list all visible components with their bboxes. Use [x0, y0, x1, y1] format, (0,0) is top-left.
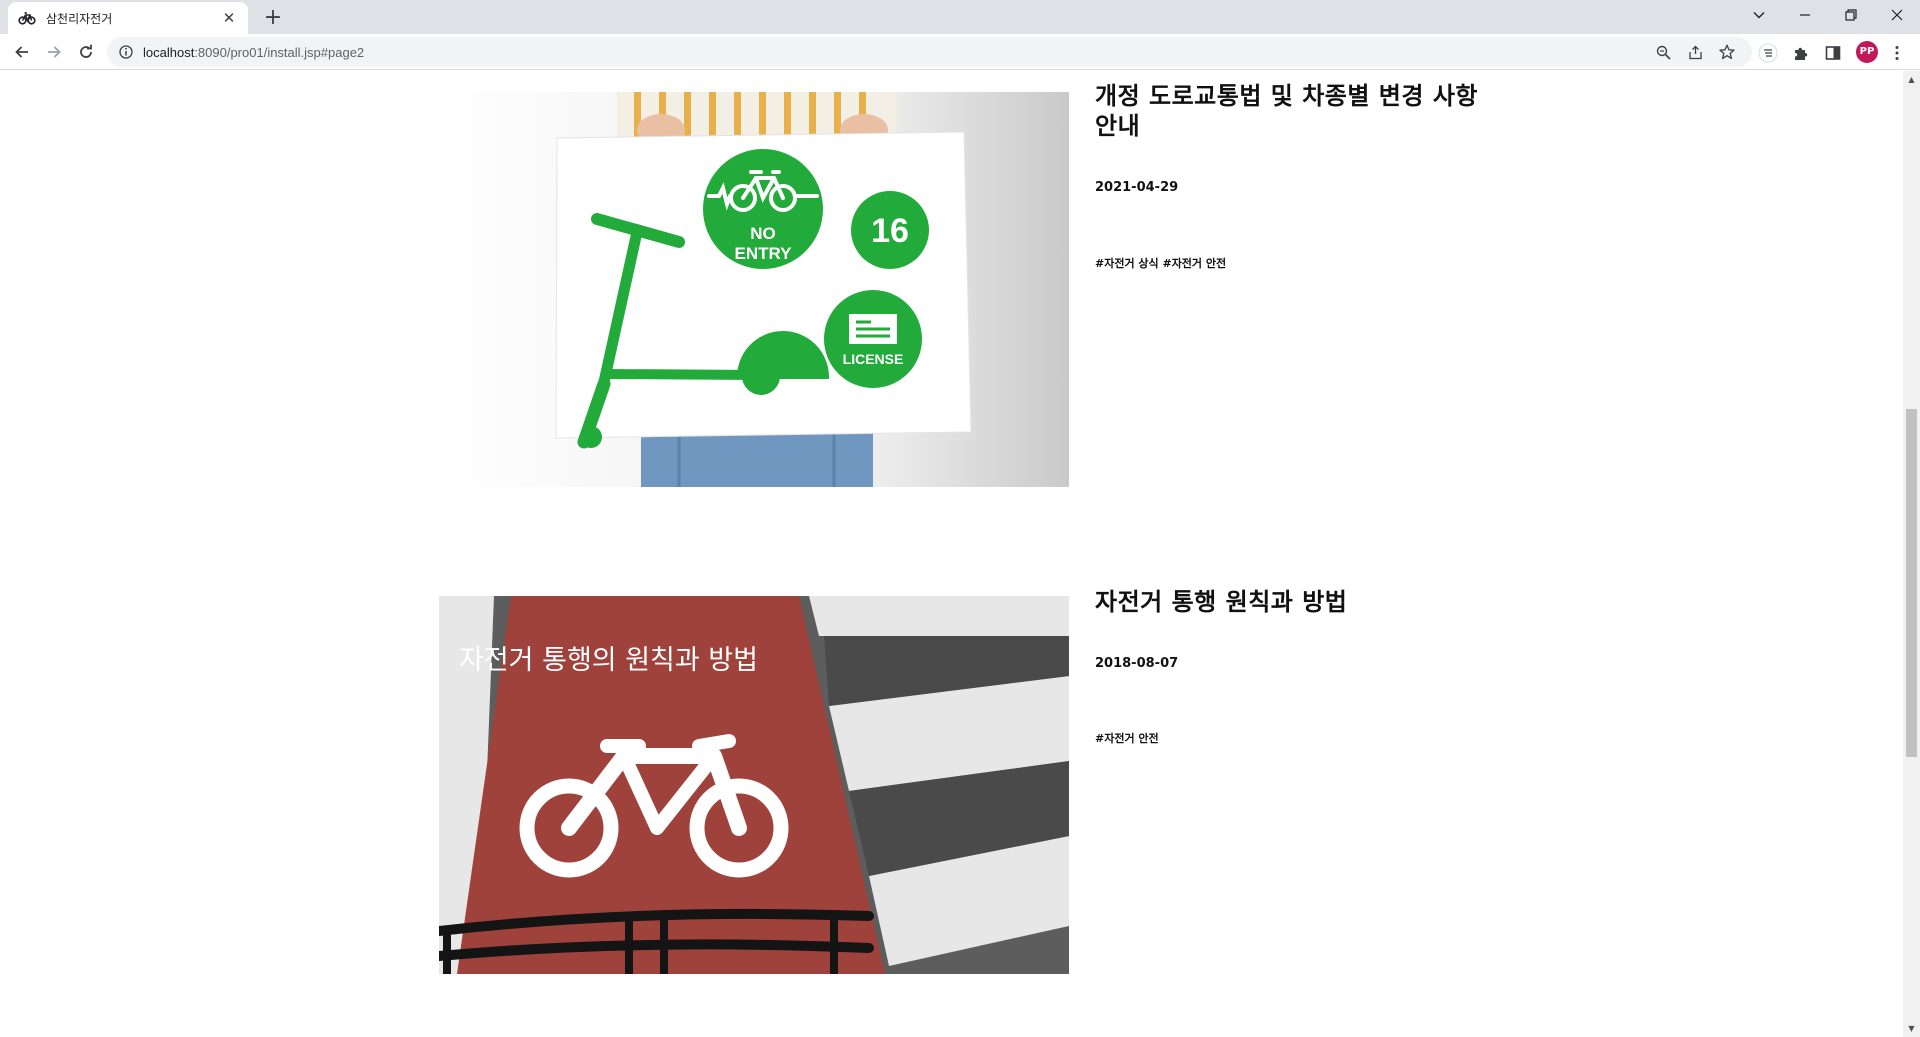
article-info: 자전거 통행 원칙과 방법 2018-08-07 #자전거 안전	[1095, 588, 1495, 745]
sign-license-text: LICENSE	[843, 351, 904, 367]
tab-close-icon[interactable]: ✕	[220, 9, 238, 27]
reload-button[interactable]	[72, 38, 100, 66]
profile-avatar[interactable]: PP	[1856, 41, 1878, 63]
sign-age-text: 16	[871, 212, 909, 250]
page-viewport: NO ENTRY 16 LICENSE 개정 도로교통법 및 차종별 변경 사항…	[0, 71, 1903, 1037]
url-path: :8090/pro01/install.jsp#page2	[194, 44, 365, 60]
sign-entry-text: ENTRY	[735, 244, 793, 263]
page-scrollbar[interactable]: ▲ ▼	[1903, 71, 1920, 1037]
article-date: 2021-04-29	[1095, 180, 1179, 195]
reload-icon	[80, 44, 92, 58]
traffic-law-sign-image: NO ENTRY 16 LICENSE	[439, 92, 1069, 487]
tab-title: 삼천리자전거	[46, 11, 113, 26]
minimize-button[interactable]	[1782, 0, 1828, 30]
arrow-right-icon	[48, 46, 61, 58]
browser-tab[interactable]: 삼천리자전거 ✕	[8, 2, 248, 34]
scroll-thumb[interactable]	[1906, 409, 1917, 757]
new-tab-button[interactable]: +	[259, 5, 287, 33]
share-icon[interactable]	[1685, 42, 1705, 62]
bookmark-star-icon[interactable]	[1717, 42, 1737, 62]
bicycle-favicon-icon	[18, 12, 36, 25]
bicycle-lane-image: 자전거 통행의 원칙과 방법	[439, 596, 1069, 974]
address-bar[interactable]: localhost:8090/pro01/install.jsp#page2	[107, 37, 1752, 67]
restore-button[interactable]	[1828, 0, 1874, 30]
extensions-puzzle-icon[interactable]	[1790, 42, 1812, 64]
browser-toolbar: localhost:8090/pro01/install.jsp#page2 P…	[0, 34, 1920, 70]
back-button[interactable]	[8, 38, 36, 66]
article-date: 2018-08-07	[1095, 656, 1179, 671]
more-menu-icon[interactable]	[1886, 42, 1908, 64]
article-info: 개정 도로교통법 및 차종별 변경 사항 안내 2021-04-29 #자전거 …	[1095, 82, 1495, 270]
url-text[interactable]: localhost:8090/pro01/install.jsp#page2	[143, 45, 364, 60]
reading-list-icon[interactable]	[1757, 42, 1779, 64]
arrow-left-icon	[15, 46, 28, 58]
sign-no-text: NO	[750, 224, 776, 243]
scroll-down-arrow-icon[interactable]: ▼	[1903, 1020, 1920, 1037]
tab-search-chevron-icon[interactable]	[1736, 0, 1782, 30]
article-title[interactable]: 자전거 통행 원칙과 방법	[1095, 587, 1495, 617]
info-icon[interactable]	[119, 45, 133, 59]
side-panel-icon[interactable]	[1822, 42, 1844, 64]
article-tags[interactable]: #자전거 상식 #자전거 안전	[1095, 255, 1226, 271]
article-title[interactable]: 개정 도로교통법 및 차종별 변경 사항 안내	[1095, 81, 1495, 141]
browser-tab-strip: 삼천리자전거 ✕ +	[0, 0, 1920, 34]
article-tags[interactable]: #자전거 안전	[1095, 730, 1159, 746]
article-thumbnail[interactable]: NO ENTRY 16 LICENSE	[439, 92, 1069, 487]
article-card[interactable]: 자전거 통행의 원칙과 방법 자전거 통행 원칙과 방법 2018-08-07 …	[439, 588, 1489, 974]
url-host: localhost	[143, 44, 195, 60]
forward-button[interactable]	[40, 38, 68, 66]
scroll-up-arrow-icon[interactable]: ▲	[1903, 71, 1920, 88]
image-overlay-text: 자전거 통행의 원칙과 방법	[459, 645, 758, 676]
zoom-icon[interactable]	[1653, 42, 1673, 62]
close-window-button[interactable]	[1874, 0, 1920, 30]
article-card[interactable]: NO ENTRY 16 LICENSE 개정 도로교통법 및 차종별 변경 사항…	[439, 82, 1489, 487]
article-thumbnail[interactable]: 자전거 통행의 원칙과 방법	[439, 596, 1069, 974]
